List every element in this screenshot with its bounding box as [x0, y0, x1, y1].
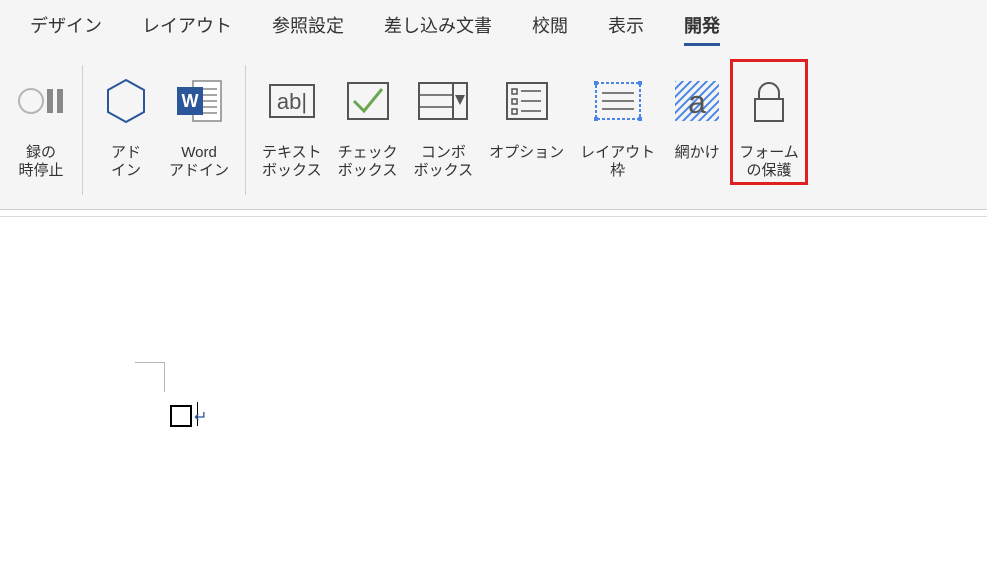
- word-addins-icon: W: [171, 64, 227, 138]
- protect-form-label: フォーム の保護: [739, 144, 799, 180]
- shading-icon: a: [671, 64, 723, 138]
- record-stop-label: 録の 時停止: [18, 144, 63, 180]
- ribbon-group-addins: アド イン W Word アドイン: [83, 60, 245, 184]
- combobox-button[interactable]: コンボ ボックス: [406, 60, 482, 184]
- textbox-label: テキスト ボックス: [262, 144, 322, 180]
- addins-label: アド イン: [111, 144, 141, 180]
- tab-view[interactable]: 表示: [588, 2, 664, 48]
- shading-button[interactable]: a 網かけ: [663, 60, 731, 166]
- paragraph-mark-icon: ↵: [194, 407, 207, 427]
- options-list-icon: [501, 64, 553, 138]
- document-canvas[interactable]: ↵: [0, 216, 987, 576]
- checkbox-icon: [342, 64, 394, 138]
- combobox-icon: [415, 64, 471, 138]
- form-checkbox-field[interactable]: [170, 405, 192, 427]
- svg-text:W: W: [182, 91, 199, 111]
- word-addins-label: Word アドイン: [169, 144, 229, 180]
- layout-frame-button[interactable]: レイアウト 枠: [572, 60, 663, 184]
- tab-layout[interactable]: レイアウト: [122, 2, 252, 48]
- ribbon: 録の 時停止 アド イン W: [0, 50, 987, 210]
- lock-icon: [745, 64, 793, 138]
- hexagon-icon: [99, 64, 153, 138]
- ribbon-group-forms: ab| テキスト ボックス チェック ボックス: [246, 60, 815, 184]
- record-stop-button[interactable]: 録の 時停止: [8, 60, 74, 184]
- tab-mailings[interactable]: 差し込み文書: [364, 2, 512, 48]
- addins-button[interactable]: アド イン: [91, 60, 161, 184]
- tab-design[interactable]: デザイン: [10, 2, 122, 48]
- checkbox-button[interactable]: チェック ボックス: [330, 60, 406, 184]
- layout-frame-label: レイアウト 枠: [580, 144, 655, 180]
- svg-text:ab|: ab|: [277, 89, 307, 114]
- ribbon-tab-bar: デザイン レイアウト 参照設定 差し込み文書 校閲 表示 開発: [0, 0, 987, 50]
- options-label: オプション: [489, 144, 564, 162]
- tab-review[interactable]: 校閲: [512, 2, 588, 48]
- word-addins-button[interactable]: W Word アドイン: [161, 60, 237, 184]
- tab-references[interactable]: 参照設定: [252, 2, 364, 48]
- layout-frame-icon: [590, 64, 646, 138]
- textbox-icon: ab|: [264, 64, 320, 138]
- record-pause-icon: [16, 64, 66, 138]
- ribbon-group-macro: 録の 時停止: [0, 60, 82, 184]
- shading-label: 網かけ: [675, 144, 720, 162]
- textbox-button[interactable]: ab| テキスト ボックス: [254, 60, 330, 184]
- tab-developer[interactable]: 開発: [664, 2, 740, 48]
- page-corner-mark: [135, 362, 165, 392]
- options-button[interactable]: オプション: [481, 60, 572, 166]
- checkbox-label: チェック ボックス: [338, 144, 398, 180]
- protect-form-button[interactable]: フォーム の保護: [731, 60, 807, 184]
- combobox-label: コンボ ボックス: [414, 144, 474, 180]
- svg-text:a: a: [688, 84, 706, 120]
